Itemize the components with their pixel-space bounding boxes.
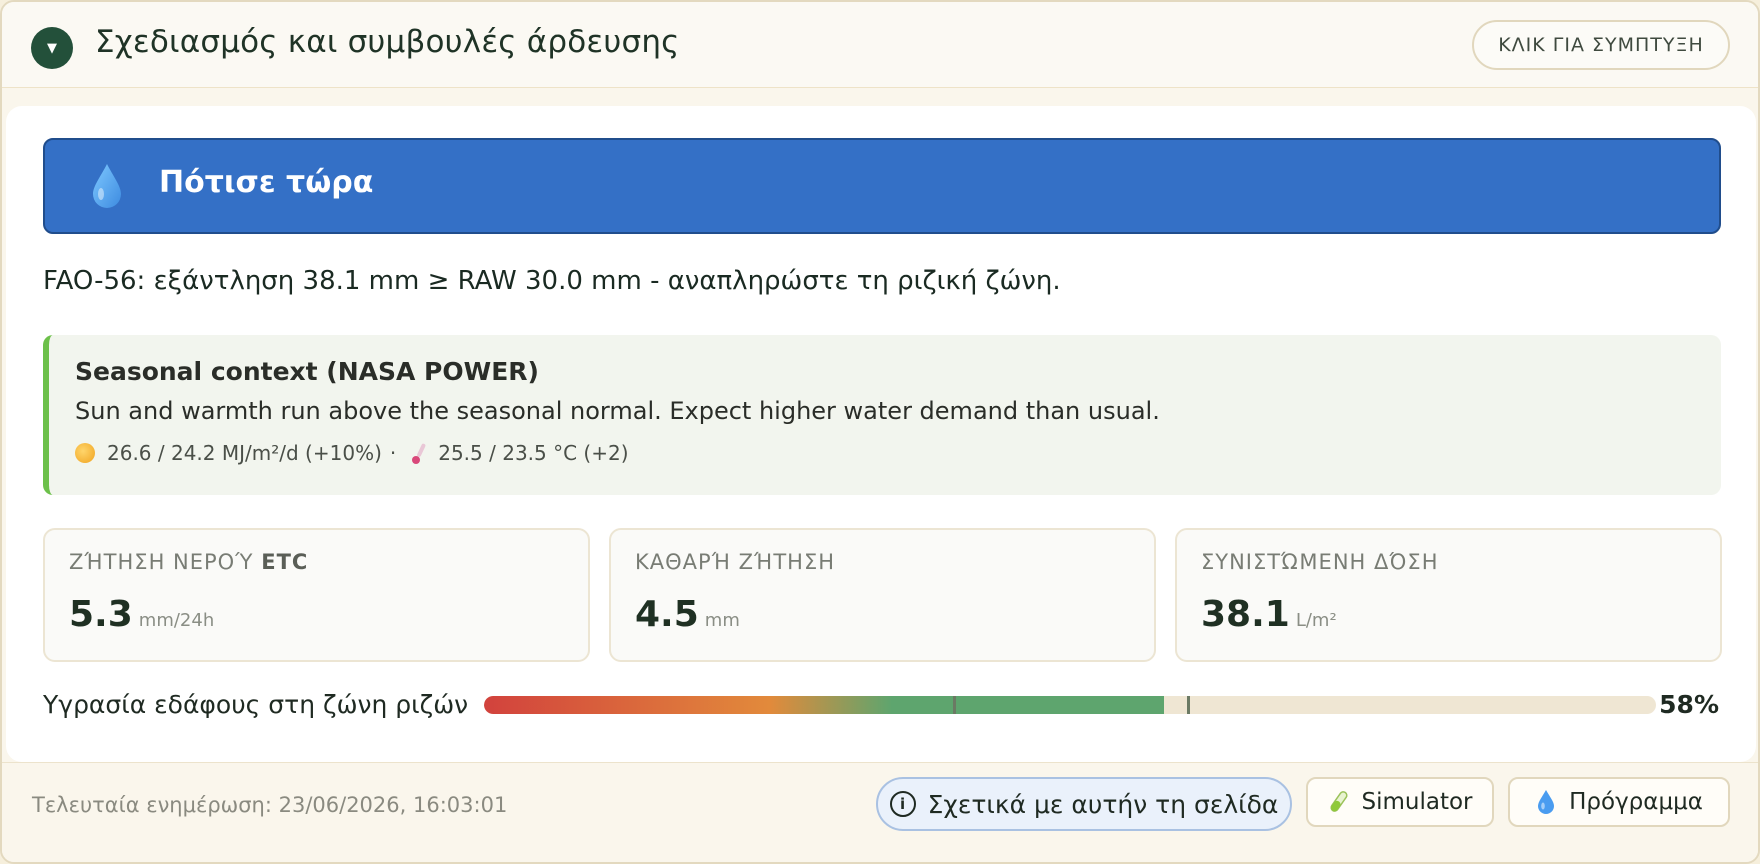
panel-header[interactable]: ▼ Σχεδιασμός και συμβουλές άρδευσης ΚΛΙΚ… <box>2 2 1758 88</box>
metric-label-text: ΚΑΘΑΡΉ ΖΉΤΗΣΗ <box>635 550 836 574</box>
last-updated-text: Τελευταία ενημέρωση: 23/06/2026, 16:03:0… <box>32 793 508 817</box>
soil-moisture-bar <box>484 696 1656 714</box>
water-drop-icon <box>1538 790 1555 814</box>
seasonal-context-body: Sun and warmth run above the seasonal no… <box>75 397 1160 425</box>
metric-label: ΣΥΝΙΣΤΏΜΕΝΗ ΔΌΣΗ <box>1201 550 1438 574</box>
panel-title: Σχεδιασμός και συμβουλές άρδευσης <box>95 24 680 60</box>
metric-card-recommended-dose: ΣΥΝΙΣΤΏΜΕΝΗ ΔΌΣΗ 38.1 L/m² <box>1175 528 1722 662</box>
metric-unit: mm <box>704 610 740 631</box>
metric-value: 4.5 mm <box>635 594 740 635</box>
metric-card-net-demand: ΚΑΘΑΡΉ ΖΉΤΗΣΗ 4.5 mm <box>609 528 1156 662</box>
metric-value: 5.3 mm/24h <box>69 594 214 635</box>
sun-icon <box>75 443 95 463</box>
irrigation-panel: ▼ Σχεδιασμός και συμβουλές άρδευσης ΚΛΙΚ… <box>0 0 1760 864</box>
metric-label: ΖΉΤΗΣΗ ΝΕΡΟΎ ETC <box>69 550 308 574</box>
program-button[interactable]: Πρόγραμμα <box>1508 777 1730 827</box>
info-icon: i <box>889 791 916 817</box>
metrics-separator: · <box>389 441 397 465</box>
metric-card-etc: ΖΉΤΗΣΗ ΝΕΡΟΎ ETC 5.3 mm/24h <box>43 528 590 662</box>
simulator-button[interactable]: Simulator <box>1306 777 1494 827</box>
soil-moisture-fill <box>484 696 1164 714</box>
metric-number: 38.1 <box>1201 594 1290 635</box>
panel-footer: Τελευταία ενημέρωση: 23/06/2026, 16:03:0… <box>2 762 1758 862</box>
irrigation-status-banner: Πότισε τώρα <box>43 138 1721 234</box>
metric-label-text: ΖΉΤΗΣΗ ΝΕΡΟΎ <box>69 550 254 574</box>
metric-number: 5.3 <box>69 594 133 635</box>
water-drop-icon <box>93 164 121 208</box>
irrigation-card: Πότισε τώρα FAO-56: εξάντληση 38.1 mm ≥ … <box>6 106 1756 762</box>
temperature-value: 25.5 / 23.5 °C (+2) <box>438 441 629 465</box>
about-page-label: Σχετικά με αυτήν τη σελίδα <box>927 789 1279 819</box>
seasonal-context-title: Seasonal context (NASA POWER) <box>75 357 539 386</box>
moisture-threshold-marker <box>1187 696 1190 714</box>
fao56-note: FAO-56: εξάντληση 38.1 mm ≥ RAW 30.0 mm … <box>43 266 1061 296</box>
metric-label-bold: ETC <box>261 550 309 574</box>
metric-label-text: ΣΥΝΙΣΤΏΜΕΝΗ ΔΌΣΗ <box>1201 550 1439 574</box>
metric-value: 38.1 L/m² <box>1201 594 1337 635</box>
irrigation-status-label: Πότισε τώρα <box>159 165 374 200</box>
soil-moisture-label: Υγρασία εδάφους στη ζώνη ριζών <box>43 690 469 719</box>
metric-unit: L/m² <box>1295 610 1337 631</box>
radiation-value: 26.6 / 24.2 MJ/m²/d (+10%) <box>107 441 382 465</box>
chevron-down-icon: ▼ <box>47 40 57 56</box>
metric-unit: mm/24h <box>138 610 215 631</box>
seasonal-context: Seasonal context (NASA POWER) Sun and wa… <box>43 335 1721 495</box>
metric-label: ΚΑΘΑΡΉ ΖΉΤΗΣΗ <box>635 550 835 574</box>
program-label: Πρόγραμμα <box>1569 789 1703 815</box>
simulator-label: Simulator <box>1361 789 1473 815</box>
metric-number: 4.5 <box>635 594 699 635</box>
collapse-button[interactable]: ΚΛΙΚ ΓΙΑ ΣΥΜΠΤΥΞΗ <box>1472 20 1730 70</box>
test-tube-icon <box>1330 791 1349 812</box>
moisture-threshold-marker <box>953 696 956 714</box>
collapse-toggle-icon[interactable]: ▼ <box>31 27 73 69</box>
thermometer-icon <box>412 443 426 464</box>
soil-moisture-value: 58% <box>1659 690 1719 719</box>
about-page-button[interactable]: i Σχετικά με αυτήν τη σελίδα <box>876 777 1292 831</box>
seasonal-metrics: 26.6 / 24.2 MJ/m²/d (+10%) · 25.5 / 23.5… <box>75 441 629 465</box>
